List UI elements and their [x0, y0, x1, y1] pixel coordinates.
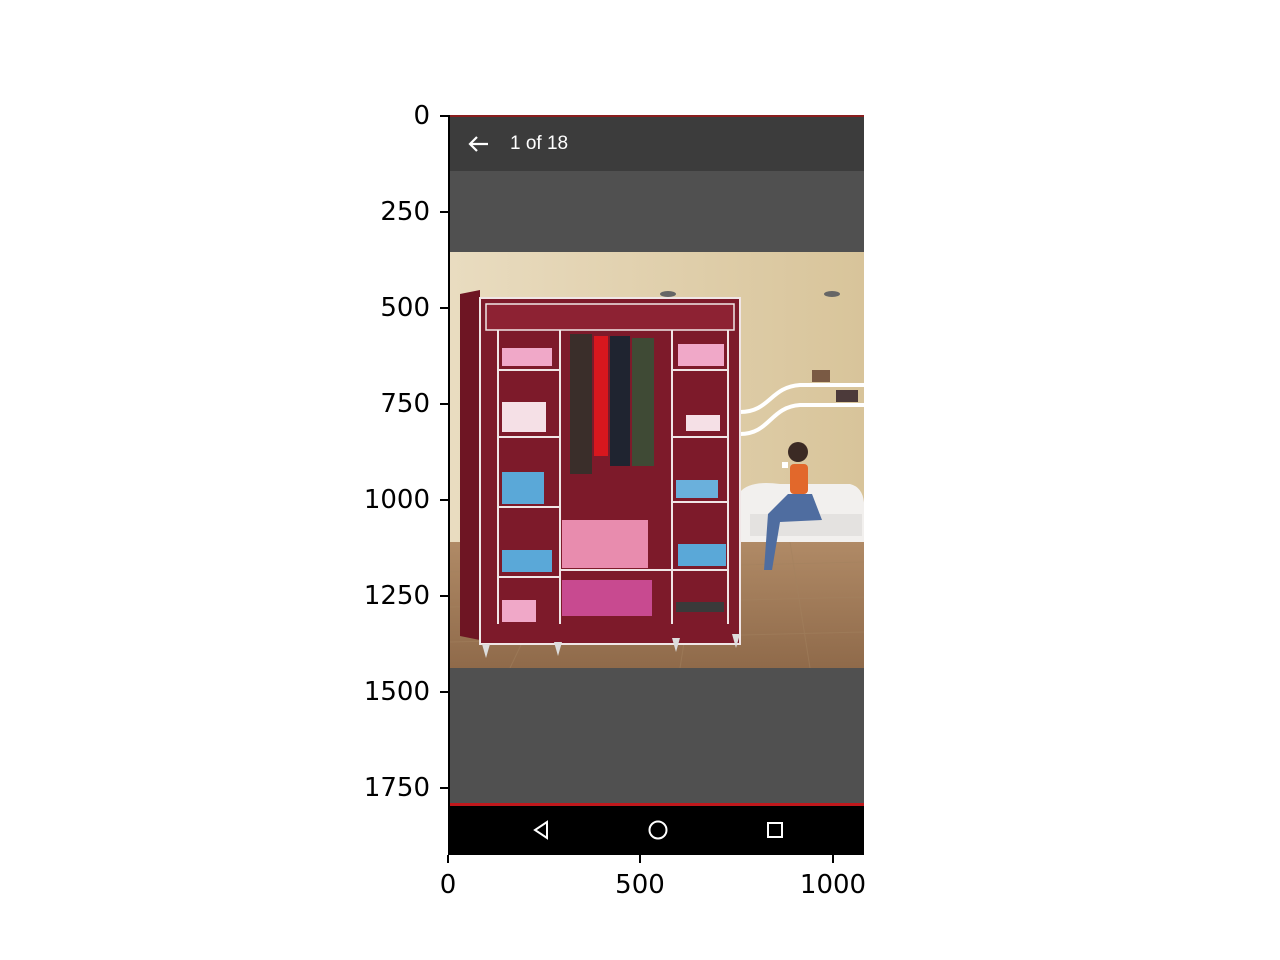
x-tick [447, 855, 449, 863]
x-tick-label: 500 [615, 870, 665, 900]
y-tick-label: 1250 [363, 581, 430, 611]
y-tick-label: 500 [380, 293, 430, 323]
y-tick-label: 1000 [363, 485, 430, 515]
product-image[interactable] [450, 252, 864, 668]
x-tick [832, 855, 834, 863]
circle-home-icon[interactable] [644, 816, 672, 844]
image-counter: 1 of 18 [510, 133, 569, 154]
y-tick-label: 250 [380, 197, 430, 227]
phone-screen: 1 of 18 [448, 115, 864, 855]
square-recents-icon[interactable] [761, 816, 789, 844]
y-tick-label: 1750 [363, 773, 430, 803]
y-tick [440, 691, 448, 693]
system-navbar [450, 806, 864, 855]
y-tick-label: 750 [380, 389, 430, 419]
y-tick [440, 115, 448, 117]
y-tick [440, 499, 448, 501]
y-tick-label: 1500 [363, 677, 430, 707]
y-tick [440, 307, 448, 309]
y-tick [440, 403, 448, 405]
gallery-toolbar: 1 of 18 [450, 115, 864, 171]
y-tick [440, 787, 448, 789]
y-tick [440, 211, 448, 213]
y-tick-label: 0 [413, 101, 430, 131]
x-tick [639, 855, 641, 863]
y-tick [440, 595, 448, 597]
x-tick-label: 1000 [799, 870, 867, 900]
arrow-left-icon[interactable] [464, 129, 494, 159]
triangle-back-icon[interactable] [527, 816, 555, 844]
x-tick-label: 0 [439, 870, 457, 900]
